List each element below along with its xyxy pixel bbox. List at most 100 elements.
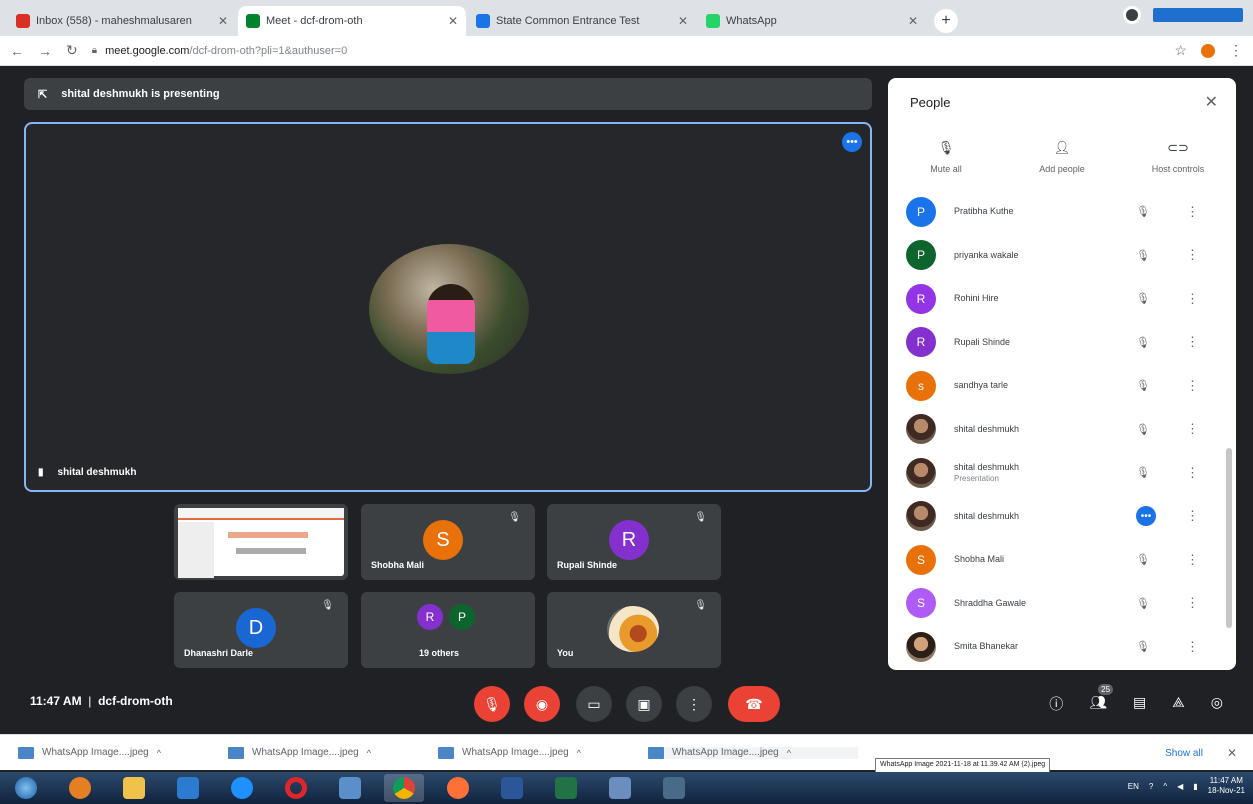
more-vert-icon[interactable]: ⋮ <box>1186 595 1199 611</box>
tile-more-options-icon[interactable]: ••• <box>842 132 862 152</box>
close-icon[interactable]: ✕ <box>1227 746 1237 760</box>
tab-gmail[interactable]: Inbox (558) - maheshmalusaren ✕ <box>8 6 236 36</box>
clock[interactable]: 11:47 AM 18-Nov-21 <box>1208 776 1245 796</box>
extension-icon[interactable] <box>1201 43 1215 58</box>
host-controls-button[interactable]: ⊂⊃ Host controls <box>1120 140 1236 188</box>
bookmark-star-icon[interactable]: ☆ <box>1174 42 1187 59</box>
camera-toggle-button[interactable]: ◉ <box>524 686 560 722</box>
download-item[interactable]: WhatsApp Image....jpeg ^ <box>438 746 648 759</box>
window-buttons[interactable] <box>1153 8 1243 22</box>
chevron-up-icon[interactable]: ^ <box>787 748 791 758</box>
mic-off-icon: 🎙︎ <box>508 512 521 523</box>
more-options-button[interactable]: ⋮ <box>676 686 712 722</box>
taskbar-app[interactable] <box>492 774 532 802</box>
chevron-up-icon[interactable]: ^ <box>157 748 161 758</box>
more-vert-icon[interactable]: ⋮ <box>1186 247 1199 263</box>
more-vert-icon[interactable]: ⋮ <box>1186 334 1199 350</box>
microphone-toggle-button[interactable]: 🎙︎ <box>474 686 510 722</box>
download-item[interactable]: WhatsApp Image....jpeg ^ <box>18 746 228 759</box>
taskbar-app[interactable] <box>600 774 640 802</box>
more-vert-icon[interactable]: ⋮ <box>1186 421 1199 437</box>
captions-button[interactable]: ▭ <box>576 686 612 722</box>
list-item[interactable]: shital deshmukh 🎙︎ ⋮ <box>888 408 1236 452</box>
leave-call-button[interactable]: ☎︎ <box>728 686 780 722</box>
show-all-link[interactable]: Show all <box>1165 748 1203 759</box>
list-item[interactable]: S Shraddha Gawale 🎙︎ ⋮ <box>888 582 1236 626</box>
list-item[interactable]: R Rupali Shinde 🎙︎ ⋮ <box>888 321 1236 365</box>
list-item[interactable]: shital deshmukh ••• ⋮ <box>888 495 1236 539</box>
chevron-up-icon[interactable]: ^ <box>577 748 581 758</box>
help-icon[interactable]: ? <box>1149 782 1153 791</box>
tile-self[interactable]: 🎙︎ You <box>547 592 721 668</box>
tile-others[interactable]: R P 19 others <box>361 592 535 668</box>
list-item[interactable]: Smita Bhanekar 🎙︎ ⋮ <box>888 625 1236 669</box>
menu-kebab-icon[interactable]: ⋮ <box>1229 42 1243 59</box>
list-item[interactable]: s sandhya tarle 🎙︎ ⋮ <box>888 364 1236 408</box>
taskbar-app[interactable] <box>438 774 478 802</box>
tab-meet[interactable]: Meet - dcf-drom-oth ✕ <box>238 6 466 36</box>
start-button[interactable] <box>6 774 46 802</box>
list-item[interactable]: R Rohini Hire 🎙︎ ⋮ <box>888 277 1236 321</box>
list-item[interactable]: S Shobha Mali 🎙︎ ⋮ <box>888 538 1236 582</box>
chat-icon[interactable]: ▤ <box>1133 694 1146 714</box>
taskbar-app[interactable] <box>654 774 694 802</box>
add-people-button[interactable]: 👤︎ Add people <box>1004 140 1120 188</box>
list-item[interactable]: P Pratibha Kuthe 🎙︎ ⋮ <box>888 190 1236 234</box>
list-item[interactable]: P priyanka wakale 🎙︎ ⋮ <box>888 234 1236 278</box>
tile-presentation[interactable] <box>174 504 348 580</box>
present-now-button[interactable]: ▣ <box>626 686 662 722</box>
chevron-up-icon[interactable]: ^ <box>1163 782 1167 791</box>
url-input[interactable]: 🔒︎ meet.google.com/dcf-drom-oth?pli=1&au… <box>92 40 1161 62</box>
more-vert-icon[interactable]: ⋮ <box>1186 465 1199 481</box>
tab-whatsapp[interactable]: WhatsApp ✕ <box>698 6 926 36</box>
mute-all-button[interactable]: 🎙︎ Mute all <box>888 140 1004 188</box>
taskbar-app[interactable] <box>114 774 154 802</box>
taskbar-app[interactable] <box>222 774 262 802</box>
network-icon[interactable]: ▮ <box>1193 782 1197 791</box>
close-tab-icon[interactable]: ✕ <box>218 14 228 28</box>
more-vert-icon[interactable]: ⋮ <box>1186 552 1199 568</box>
close-tab-icon[interactable]: ✕ <box>678 14 688 28</box>
people-icon: 👥︎ <box>1089 694 1108 710</box>
tile-participant[interactable]: D 🎙︎ Dhanashri Darle <box>174 592 348 668</box>
chevron-up-icon[interactable]: ^ <box>367 748 371 758</box>
activities-icon[interactable]: ⟁ <box>1172 694 1185 714</box>
list-item[interactable]: shital deshmukh Presentation 🎙︎ ⋮ <box>888 451 1236 495</box>
taskbar-app[interactable] <box>384 774 424 802</box>
more-vert-icon[interactable]: ⋮ <box>1186 291 1199 307</box>
taskbar-app[interactable] <box>168 774 208 802</box>
more-vert-icon[interactable]: ⋮ <box>1186 639 1199 655</box>
volume-icon[interactable]: ◀ <box>1177 782 1183 791</box>
people-button[interactable]: 👥︎ 25 <box>1089 684 1114 714</box>
avatar: S <box>906 544 936 575</box>
scrollbar[interactable] <box>1226 448 1232 628</box>
close-tab-icon[interactable]: ✕ <box>908 14 918 28</box>
download-filename: WhatsApp Image....jpeg <box>42 747 149 758</box>
tile-participant[interactable]: S 🎙︎ Shobha Mali <box>361 504 535 580</box>
main-video-tile[interactable]: ••• ▮ shital deshmukh <box>24 122 872 492</box>
taskbar-app[interactable] <box>60 774 100 802</box>
tab-cet[interactable]: State Common Entrance Test ✕ <box>468 6 696 36</box>
forward-icon[interactable]: → <box>38 43 52 59</box>
taskbar-app[interactable] <box>546 774 586 802</box>
host-controls-icon[interactable]: ◎ <box>1211 694 1223 714</box>
meeting-details-info-icon[interactable]: ⓘ <box>1049 694 1063 714</box>
avatar: R <box>417 604 443 630</box>
more-vert-icon[interactable]: ⋮ <box>1186 508 1199 524</box>
taskbar-app[interactable] <box>330 774 370 802</box>
new-tab-button[interactable]: + <box>934 9 958 33</box>
download-item[interactable]: WhatsApp Image....jpeg ^ <box>648 746 858 759</box>
language-indicator[interactable]: EN <box>1128 782 1139 791</box>
close-tab-icon[interactable]: ✕ <box>448 14 458 28</box>
more-vert-icon[interactable]: ⋮ <box>1186 204 1199 220</box>
reload-icon[interactable]: ↻ <box>66 42 78 59</box>
download-item[interactable]: WhatsApp Image....jpeg ^ <box>228 746 438 759</box>
profile-icon[interactable] <box>1123 6 1141 24</box>
mic-off-icon: 🎙︎ <box>1136 293 1150 306</box>
taskbar-app[interactable] <box>276 774 316 802</box>
close-icon[interactable]: ✕ <box>1205 92 1218 112</box>
mic-off-icon: 🎙︎ <box>321 600 334 611</box>
back-icon[interactable]: ← <box>10 43 24 59</box>
more-vert-icon[interactable]: ⋮ <box>1186 378 1199 394</box>
tile-participant[interactable]: R 🎙︎ Rupali Shinde <box>547 504 721 580</box>
